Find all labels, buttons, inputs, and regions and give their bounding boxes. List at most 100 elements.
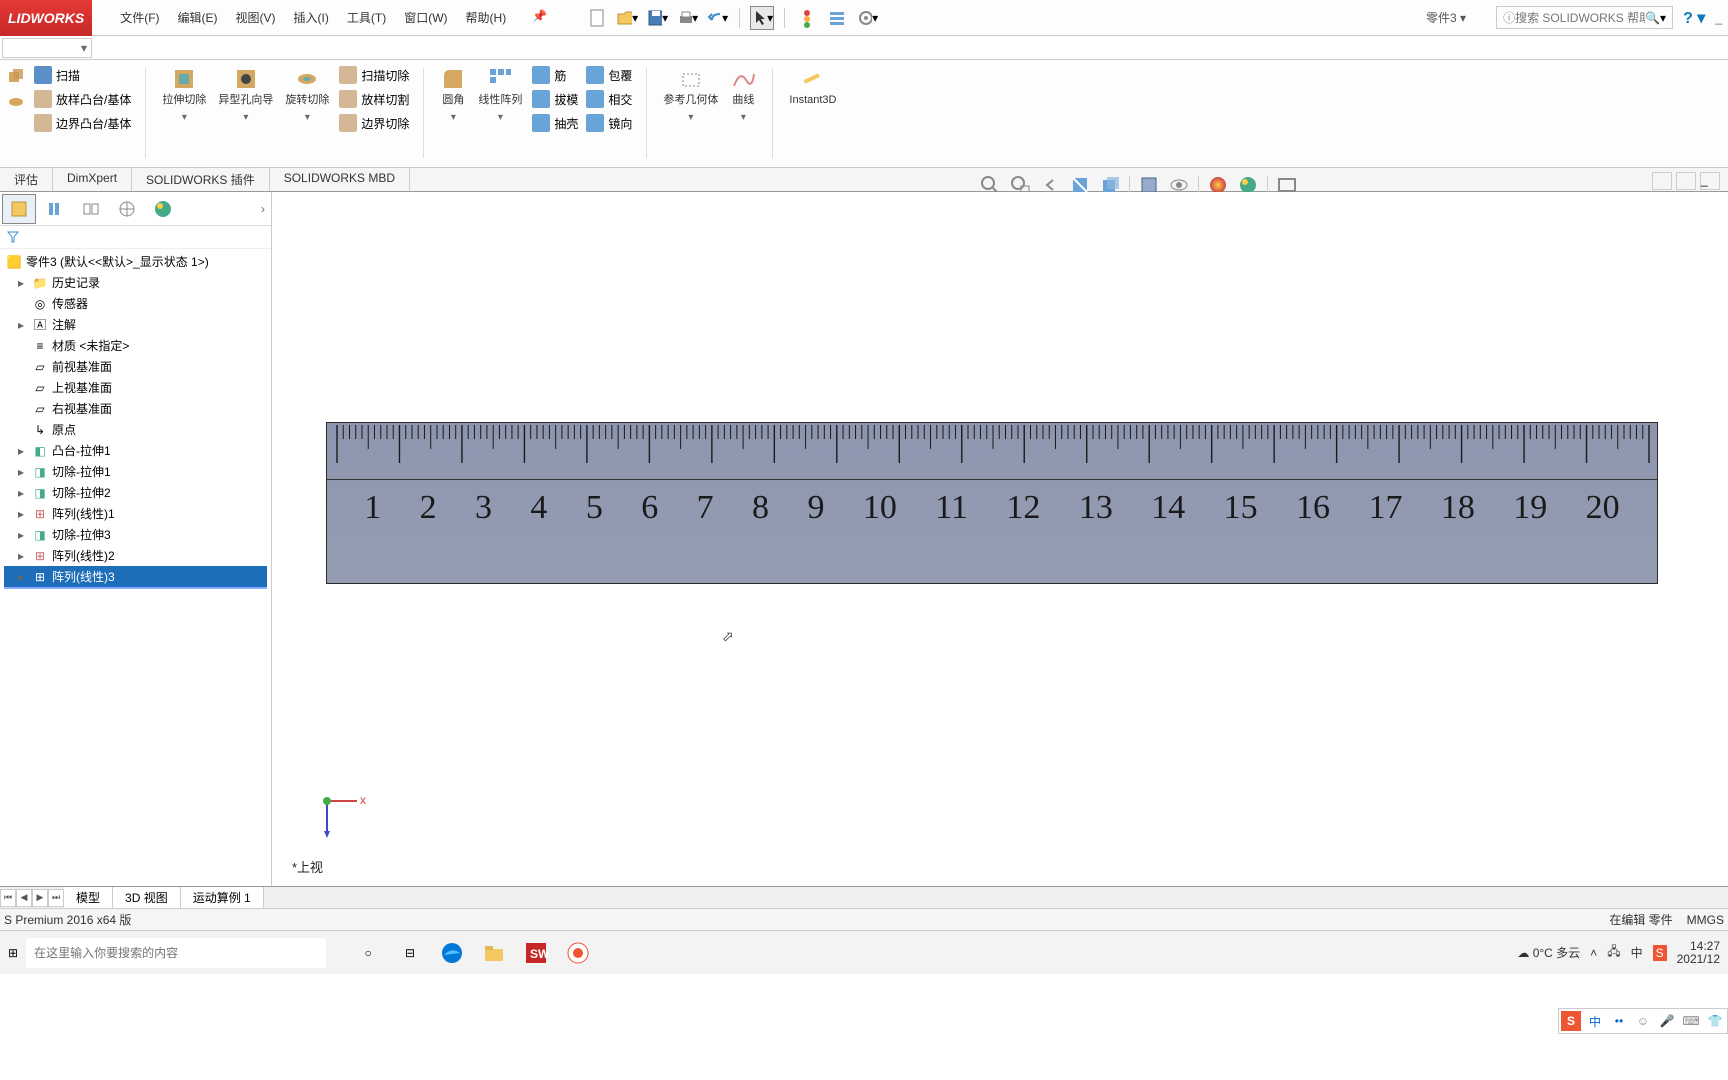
revolve-boss-button[interactable] xyxy=(4,90,28,114)
tree-sensors[interactable]: ◎传感器 xyxy=(4,293,267,314)
ref-geometry-button[interactable]: 参考几何体▾ xyxy=(659,64,722,125)
tree-cut-extrude1[interactable]: ▸◨切除-拉伸1 xyxy=(4,461,267,482)
tree-annotations[interactable]: ▸🄰注解 xyxy=(4,314,267,335)
tab-prev-button[interactable]: ◀ xyxy=(16,889,32,907)
loft-button[interactable]: 放样凸台/基体 xyxy=(32,88,133,110)
settings-button[interactable]: ▾ xyxy=(855,6,879,30)
shell-button[interactable]: 抽壳 xyxy=(530,112,580,134)
intersect-button[interactable]: 相交 xyxy=(584,88,634,110)
menu-tools[interactable]: 工具(T) xyxy=(339,5,394,30)
status-units[interactable]: MMGS xyxy=(1687,913,1724,927)
tree-origin[interactable]: ↳原点 xyxy=(4,419,267,440)
tree-cut-extrude2[interactable]: ▸◨切除-拉伸2 xyxy=(4,482,267,503)
ime-emoji-icon[interactable]: ☺ xyxy=(1633,1011,1653,1031)
new-button[interactable] xyxy=(585,6,609,30)
tree-root[interactable]: 🟨零件3 (默认<<默认>_显示状态 1>) xyxy=(4,251,267,272)
mirror-button[interactable]: 镜向 xyxy=(584,112,634,134)
menu-view[interactable]: 视图(V) xyxy=(228,5,284,30)
draft-button[interactable]: 拔模 xyxy=(530,88,580,110)
tray-sogou-icon[interactable]: S xyxy=(1653,945,1667,961)
taskbar-clock[interactable]: 14:27 2021/12 xyxy=(1677,940,1720,966)
recorder-icon[interactable] xyxy=(564,939,592,967)
menu-edit[interactable]: 编辑(E) xyxy=(170,5,226,30)
help-button[interactable]: ? ▾ xyxy=(1683,8,1705,28)
tab-first-button[interactable]: ⏮ xyxy=(0,889,16,907)
tree-material[interactable]: ≡材质 <未指定> xyxy=(4,335,267,356)
tab-last-button[interactable]: ⏭ xyxy=(48,889,64,907)
link-views-button[interactable]: _ xyxy=(1700,172,1720,190)
ime-keyboard-icon[interactable]: ⌨ xyxy=(1681,1011,1701,1031)
weather-widget[interactable]: ☁ 0°C 多云 xyxy=(1517,944,1580,961)
extrude-boss-button[interactable] xyxy=(4,64,28,88)
two-view-button[interactable] xyxy=(1676,172,1696,190)
minimize-icon[interactable]: _ xyxy=(1715,11,1722,25)
dimxpert-manager-tab[interactable] xyxy=(110,194,144,224)
open-button[interactable]: ▾ xyxy=(615,6,639,30)
rib-button[interactable]: 筋 xyxy=(530,64,580,86)
sweep-button[interactable]: 扫描 xyxy=(32,64,133,86)
help-search[interactable]: ⓘ 🔍▾ xyxy=(1496,6,1673,29)
ime-mic-icon[interactable]: 🎤 xyxy=(1657,1011,1677,1031)
revolve-cut-button[interactable]: 旋转切除▾ xyxy=(281,64,333,125)
hole-wizard-button[interactable]: 异型孔向导▾ xyxy=(214,64,277,125)
boundary-button[interactable]: 边界凸台/基体 xyxy=(32,112,133,134)
tray-network-icon[interactable]: 🖧 xyxy=(1607,942,1620,963)
cortana-icon[interactable]: ○ xyxy=(354,939,382,967)
menu-help[interactable]: 帮助(H) xyxy=(458,5,515,30)
tree-top-plane[interactable]: ▱上视基准面 xyxy=(4,377,267,398)
edge-icon[interactable] xyxy=(438,939,466,967)
tree-pattern2[interactable]: ▸⊞阵列(线性)2 xyxy=(4,545,267,566)
windows-start-icon[interactable]: ⊞ xyxy=(8,946,18,960)
undo-button[interactable]: ▾ xyxy=(705,6,729,30)
tab-mbd[interactable]: SOLIDWORKS MBD xyxy=(270,168,410,191)
instant3d-button[interactable]: Instant3D xyxy=(785,64,840,108)
ime-toolbar[interactable]: S 中 •• ☺ 🎤 ⌨ 👕 xyxy=(1558,1008,1728,1034)
explorer-icon[interactable] xyxy=(480,939,508,967)
tab-evaluate[interactable]: 评估 xyxy=(0,168,53,191)
tab-model[interactable]: 模型 xyxy=(64,887,113,908)
extrude-cut-button[interactable]: 拉伸切除▾ xyxy=(158,64,210,125)
save-button[interactable]: ▾ xyxy=(645,6,669,30)
search-input[interactable] xyxy=(1515,11,1645,25)
tree-cut-extrude3[interactable]: ▸◨切除-拉伸3 xyxy=(4,524,267,545)
rebuild-button[interactable] xyxy=(795,6,819,30)
tray-chevron-icon[interactable]: ˄ xyxy=(1590,946,1597,960)
config-manager-tab[interactable] xyxy=(74,194,108,224)
ime-sogou-icon[interactable]: S xyxy=(1561,1011,1581,1031)
tab-addins[interactable]: SOLIDWORKS 插件 xyxy=(132,168,270,191)
solidworks-icon[interactable]: SW xyxy=(522,939,550,967)
tree-filter[interactable] xyxy=(0,226,271,249)
wrap-button[interactable]: 包覆 xyxy=(584,64,634,86)
tab-motion-study[interactable]: 运动算例 1 xyxy=(181,887,264,908)
linear-pattern-button[interactable]: 线性阵列▾ xyxy=(474,64,526,125)
menu-file[interactable]: 文件(F) xyxy=(112,5,167,30)
display-manager-tab[interactable] xyxy=(146,194,180,224)
tree-right-plane[interactable]: ▱右视基准面 xyxy=(4,398,267,419)
model-ruler[interactable]: 1234567891011121314151617181920 xyxy=(326,422,1658,584)
single-view-button[interactable] xyxy=(1652,172,1672,190)
feature-tree-tab[interactable] xyxy=(2,194,36,224)
task-view-icon[interactable]: ⊟ xyxy=(396,939,424,967)
property-manager-tab[interactable] xyxy=(38,194,72,224)
graphics-viewport[interactable]: 1234567891011121314151617181920 ⬀ x *上视 xyxy=(272,192,1728,886)
tree-front-plane[interactable]: ▱前视基准面 xyxy=(4,356,267,377)
tab-dimxpert[interactable]: DimXpert xyxy=(53,168,132,191)
orientation-triad[interactable]: x xyxy=(312,786,372,846)
config-dropdown[interactable]: ▾ xyxy=(2,38,92,58)
tab-next-button[interactable]: ▶ xyxy=(32,889,48,907)
menu-window[interactable]: 窗口(W) xyxy=(396,5,455,30)
select-button[interactable]: ▾ xyxy=(750,6,774,30)
fillet-button[interactable]: 圆角▾ xyxy=(436,64,470,125)
boundary-cut-button[interactable]: 边界切除 xyxy=(337,112,411,134)
print-button[interactable]: ▾ xyxy=(675,6,699,30)
tree-boss-extrude1[interactable]: ▸◧凸台-拉伸1 xyxy=(4,440,267,461)
options-button[interactable] xyxy=(825,6,849,30)
search-icon[interactable]: 🔍▾ xyxy=(1645,11,1666,25)
ime-punct-icon[interactable]: •• xyxy=(1609,1011,1629,1031)
loft-cut-button[interactable]: 放样切割 xyxy=(337,88,411,110)
pin-icon[interactable]: 📌 xyxy=(524,5,555,30)
tab-3dview[interactable]: 3D 视图 xyxy=(113,887,181,908)
ime-lang-icon[interactable]: 中 xyxy=(1585,1011,1605,1031)
tree-pattern1[interactable]: ▸⊞阵列(线性)1 xyxy=(4,503,267,524)
curves-button[interactable]: 曲线▾ xyxy=(726,64,760,125)
